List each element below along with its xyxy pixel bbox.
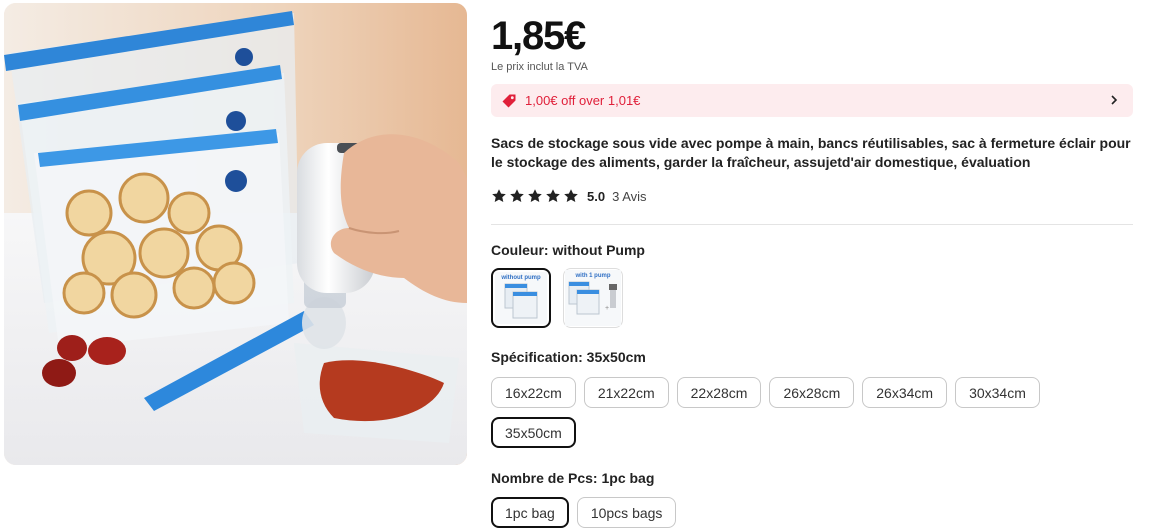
rating-stars [491,188,579,204]
divider [491,224,1133,225]
star-icon [528,189,542,202]
product-image[interactable] [4,3,467,465]
star-icon [546,189,560,202]
swatch-without-pump[interactable]: without pump [491,268,551,328]
swatch-with-pump[interactable]: with 1 pump + [563,268,623,328]
spec-option-26x28[interactable]: 26x28cm [769,377,855,408]
pcs-option-10pcs[interactable]: 10pcs bags [576,497,677,528]
vacuum-bags-photo [4,3,467,465]
pcs-label: Nombre de Pcs: 1pc bag [491,470,655,486]
spec-label: Spécification: 35x50cm [491,349,646,365]
rating-value: 5.0 [587,188,606,204]
product-title: Sacs de stockage sous vide avec pompe à … [491,135,1131,170]
promo-text: 1,00€ off over 1,01€ [525,93,641,108]
bags-thumbnail-image: without pump [495,272,547,324]
star-icon [492,189,506,202]
vat-note: Le prix inclut la TVA [491,61,588,73]
pcs-options: 1pc bag 10pcs bags [491,497,1091,528]
spec-option-26x34[interactable]: 26x34cm [862,377,948,408]
bags-with-pump-thumbnail-image: with 1 pump + [565,270,621,326]
spec-option-35x50[interactable]: 35x50cm [491,417,576,448]
color-label: Couleur: without Pump [491,242,645,258]
spec-option-16x22[interactable]: 16x22cm [491,377,576,408]
swatch-caption: with 1 pump [575,273,611,279]
spec-option-30x34[interactable]: 30x34cm [955,377,1040,408]
promo-banner[interactable]: 1,00€ off over 1,01€ [491,84,1133,117]
price: 1,85€ [491,14,586,58]
rating[interactable]: 5.0 3 Avis [491,188,647,204]
swatch-caption: without pump [500,275,541,281]
review-count[interactable]: 3 Avis [612,189,646,204]
color-swatches: without pump with 1 pump + [491,268,623,328]
star-icon [564,189,578,202]
pcs-option-1pc[interactable]: 1pc bag [491,497,569,528]
star-icon [510,189,524,202]
chevron-right-icon [1111,95,1118,105]
spec-options: 16x22cm 21x22cm 22x28cm 26x28cm 26x34cm … [491,377,1091,448]
spec-option-22x28[interactable]: 22x28cm [676,377,762,408]
spec-option-21x22[interactable]: 21x22cm [583,377,669,408]
price-tag-icon [502,94,516,107]
svg-text:+: + [605,305,609,312]
